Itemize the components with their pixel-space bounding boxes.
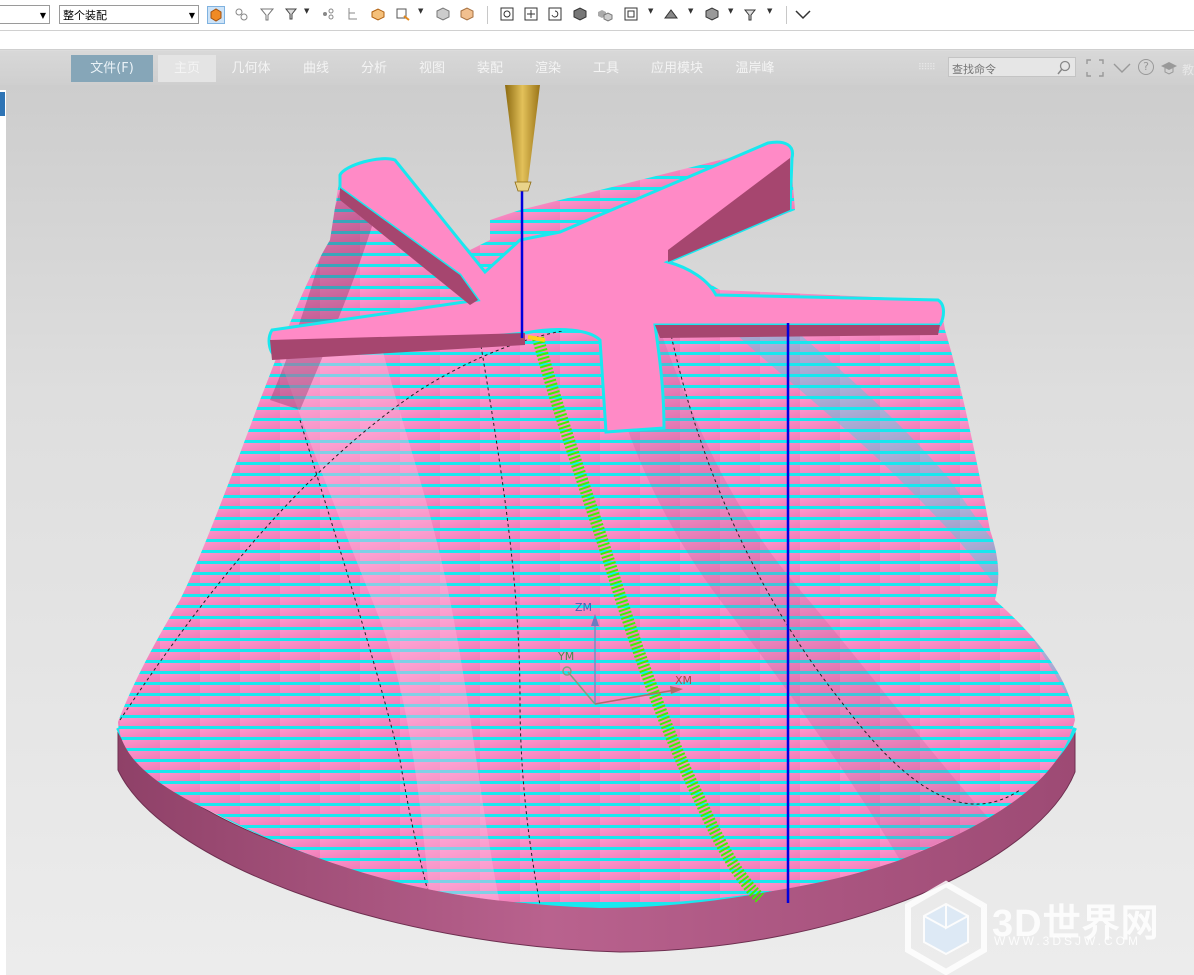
snap-icon[interactable] [233, 6, 251, 24]
grip-icon: ⠿⠿⠿ [918, 63, 936, 73]
watermark-url: WWW.3DSJW.COM [994, 934, 1141, 948]
ribbon-collapse-icon[interactable] [1113, 61, 1131, 75]
chevron-down-icon[interactable]: ▼ [767, 7, 772, 15]
learning-icon[interactable] [1160, 60, 1178, 76]
toolbar-separator [487, 6, 488, 24]
resource-bar [0, 90, 6, 975]
chevron-down-icon[interactable]: ▼ [304, 7, 309, 15]
menu-file[interactable]: 文件(F) [71, 55, 153, 82]
help-icon[interactable]: ? [1138, 59, 1154, 75]
select-features-icon[interactable] [284, 6, 302, 24]
status-strip [0, 31, 1194, 50]
more-chevron-icon[interactable] [794, 6, 812, 24]
tab-tools[interactable]: 工具 [578, 55, 634, 82]
graphics-viewport[interactable]: ZM YM XM [0, 85, 1194, 975]
chevron-down-icon: ▼ [39, 11, 46, 20]
move-component-icon[interactable] [395, 6, 413, 24]
tab-geometry[interactable]: 几何体 [222, 55, 280, 82]
tab-assembly[interactable]: 装配 [462, 55, 518, 82]
axis-label-x: XM [675, 674, 692, 687]
axis-label-z: ZM [575, 601, 592, 614]
toolbar-separator [786, 6, 787, 24]
chevron-down-icon[interactable]: ▼ [728, 7, 733, 15]
chevron-down-icon: ▼ [188, 11, 195, 20]
tool-tip [514, 181, 532, 192]
tab-view[interactable]: 视图 [404, 55, 460, 82]
assembly-tree-icon[interactable] [345, 6, 363, 24]
watermark-logo [905, 880, 987, 975]
resource-bar-tab[interactable] [0, 92, 5, 116]
show-snap-points-icon[interactable] [320, 6, 338, 24]
axis-label-y: YM [557, 650, 574, 663]
select-component-icon[interactable] [207, 6, 225, 24]
command-search-input[interactable] [949, 60, 1055, 79]
tab-home[interactable]: 主页 [158, 55, 216, 82]
rotate-icon[interactable] [547, 6, 565, 24]
top-toolbar: ▼ 整个装配 ▼ ▼ ▼ ▼ ▼ ▼ ▼ [0, 0, 1194, 31]
chevron-down-icon[interactable]: ▼ [418, 7, 423, 15]
filter-icon[interactable] [259, 6, 277, 24]
layer-settings-icon[interactable] [743, 6, 761, 24]
scope-value: 整个装配 [63, 9, 107, 22]
fit-view-icon[interactable] [499, 6, 517, 24]
tab-applications[interactable]: 应用模块 [640, 55, 714, 82]
selection-filter-dropdown[interactable]: ▼ [0, 5, 50, 24]
add-component-icon[interactable] [370, 6, 388, 24]
chevron-down-icon[interactable]: ▼ [648, 7, 653, 15]
truncated-label: 教 [1182, 63, 1194, 77]
shaded-cube-icon[interactable] [435, 6, 453, 24]
cutting-tool [505, 85, 540, 182]
render-style-icon[interactable] [704, 6, 722, 24]
search-icon[interactable] [1056, 60, 1072, 76]
shaded-with-edges-icon[interactable] [572, 6, 590, 24]
tab-curve[interactable]: 曲线 [288, 55, 344, 82]
tab-analysis[interactable]: 分析 [346, 55, 402, 82]
tab-user[interactable]: 温岸峰 [722, 55, 788, 82]
section-view-icon[interactable] [663, 6, 681, 24]
pan-icon[interactable] [523, 6, 541, 24]
chevron-down-icon[interactable]: ▼ [688, 7, 693, 15]
view-orientation-icon[interactable] [623, 6, 641, 24]
scope-dropdown[interactable]: 整个装配 ▼ [59, 5, 199, 24]
tab-render[interactable]: 渲染 [520, 55, 576, 82]
toolpath-simulation-scene: ZM YM XM [116, 85, 1077, 975]
command-search-box[interactable] [948, 57, 1076, 79]
full-screen-icon[interactable] [1086, 59, 1104, 77]
color-cube-icon[interactable] [459, 6, 477, 24]
cubes-icon[interactable] [597, 6, 615, 24]
